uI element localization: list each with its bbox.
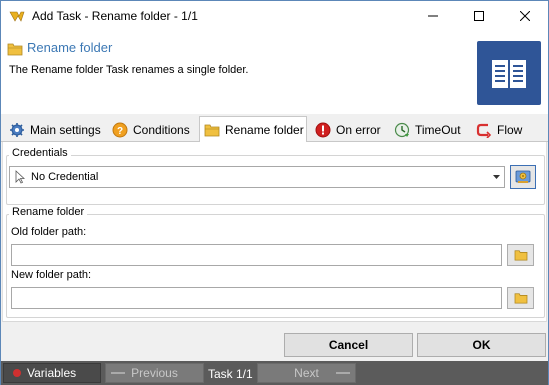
browse-new-folder-button[interactable]	[507, 287, 534, 309]
task-header: Rename folder The Rename folder Task ren…	[1, 31, 548, 114]
folder-icon	[514, 250, 527, 261]
app-logo-icon	[9, 11, 25, 22]
tab-label: Rename folder	[225, 123, 304, 137]
error-icon	[315, 122, 331, 138]
title-bar: Add Task - Rename folder - 1/1	[1, 1, 548, 31]
timeout-icon	[394, 122, 410, 138]
arrow-right-icon	[336, 372, 350, 374]
new-folder-path-input[interactable]	[11, 287, 502, 309]
credential-select[interactable]: No Credential	[9, 166, 505, 188]
new-folder-path-label: New folder path:	[11, 269, 92, 281]
tab-on-error[interactable]: On error	[311, 118, 387, 142]
close-button[interactable]	[502, 1, 548, 31]
tab-main-settings[interactable]: Main settings	[5, 118, 103, 142]
folder-icon	[514, 293, 527, 304]
tab-label: Main settings	[30, 123, 101, 137]
task-counter: Task 1/1	[208, 367, 253, 381]
variables-indicator-icon	[13, 369, 21, 377]
tab-flow[interactable]: Flow	[472, 118, 532, 142]
previous-button[interactable]: Previous	[105, 363, 204, 383]
help-circle-icon: ?	[112, 122, 128, 138]
browse-old-folder-button[interactable]	[507, 244, 534, 266]
next-button[interactable]: Next	[257, 363, 356, 383]
cursor-arrow-icon	[15, 170, 25, 184]
tab-label: Conditions	[133, 123, 190, 137]
flow-icon	[476, 123, 492, 138]
previous-label: Previous	[131, 366, 178, 380]
svg-text:?: ?	[117, 126, 123, 137]
credential-select-value: No Credential	[31, 171, 99, 183]
tab-conditions[interactable]: ? Conditions	[108, 118, 196, 142]
variables-label: Variables	[27, 366, 77, 380]
task-title: Rename folder	[27, 40, 113, 55]
minimize-icon	[428, 15, 438, 17]
rename-folder-panel: Credentials No Credential Rename folder …	[2, 142, 547, 322]
tab-timeout[interactable]: TimeOut	[390, 118, 468, 142]
minimize-button[interactable]	[410, 1, 456, 31]
window-title: Add Task - Rename folder - 1/1	[32, 9, 198, 23]
cancel-button[interactable]: Cancel	[284, 333, 413, 357]
ok-button[interactable]: OK	[417, 333, 546, 357]
maximize-icon	[474, 11, 484, 21]
task-description: The Rename folder Task renames a single …	[9, 64, 249, 76]
next-label: Next	[294, 366, 319, 380]
close-icon	[520, 11, 530, 21]
credentials-group-label: Credentials	[9, 147, 71, 159]
tab-label: Flow	[497, 123, 523, 137]
old-folder-path-label: Old folder path:	[11, 226, 87, 238]
old-folder-path-input[interactable]	[11, 244, 502, 266]
tab-label: On error	[336, 123, 381, 137]
rename-folder-group-label: Rename folder	[9, 206, 88, 218]
tab-rename-folder[interactable]: Rename folder	[199, 116, 307, 143]
chevron-down-icon	[493, 175, 500, 179]
folder-icon	[204, 124, 220, 137]
add-task-window: Add Task - Rename folder - 1/1 Rename fo…	[0, 0, 549, 385]
book-icon	[477, 41, 541, 105]
gear-icon	[10, 123, 24, 137]
arrow-left-icon	[111, 372, 125, 374]
status-bar: Variables Previous Task 1/1 Next	[1, 361, 548, 385]
variables-button[interactable]: Variables	[3, 363, 101, 383]
tab-label: TimeOut	[415, 123, 461, 137]
manage-credentials-button[interactable]	[510, 165, 536, 189]
credentials-icon	[515, 170, 531, 183]
tab-bar: Main settings ? Conditions Rename folder…	[1, 114, 548, 143]
folder-icon	[7, 43, 23, 56]
maximize-button[interactable]	[456, 1, 502, 31]
